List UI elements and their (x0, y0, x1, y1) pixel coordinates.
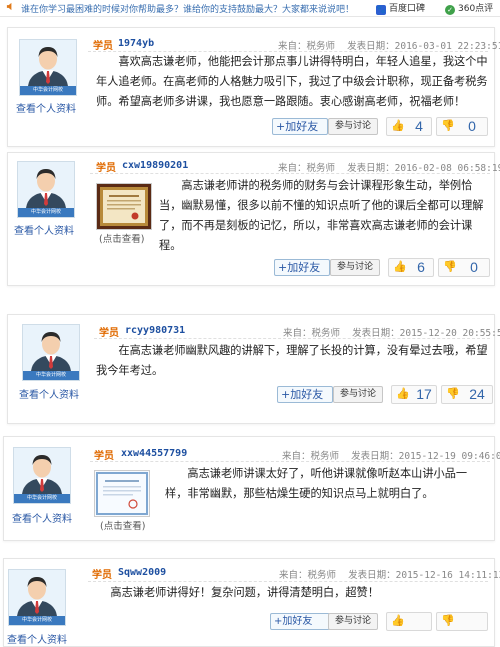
baidu-review-link[interactable]: 🐾 百度口碑 (376, 1, 425, 15)
view-profile-link[interactable]: 查看个人资料 (16, 100, 76, 115)
view-profile-link[interactable]: 查看个人资料 (14, 222, 74, 237)
role-label: 学员 (96, 163, 116, 174)
shield-icon: ✓ (445, 5, 455, 15)
user-avatar-icon (9, 570, 65, 616)
divider (94, 338, 490, 340)
comment-text: 高志谦老师讲得好！复杂问题，讲得清楚明白，超赞！ (110, 586, 379, 599)
username[interactable]: xxw44557799 (121, 448, 187, 459)
add-friend-button[interactable]: +加好友 (277, 386, 333, 403)
comment-text: 喜欢高志谦老师，他能把会计那点事儿讲得特明白，年轻人追星，我这个中年人追老师。在… (96, 55, 488, 108)
add-friend-button[interactable]: +加好友 (270, 613, 330, 630)
comment-card: 中华会计网校 查看个人资料 学员 Sqww2009 来自：税务师 发表日期：20… (3, 558, 500, 647)
baidu-paw-icon: 🐾 (376, 5, 386, 15)
role-label: 学员 (92, 570, 112, 581)
thumbnail-caption-link[interactable]: (点击查看) (99, 231, 144, 245)
like-button[interactable]: 👍 17 (391, 385, 437, 404)
attachment-thumbnail[interactable] (94, 470, 150, 517)
avatar-caption: 中华会计网校 (20, 86, 76, 95)
safe-360-review-label: 360点评 (458, 4, 494, 14)
dislike-count: 0 (470, 259, 478, 275)
user-avatar-icon (20, 40, 76, 86)
like-count: 6 (417, 259, 425, 275)
attachment-thumbnail[interactable] (96, 183, 152, 230)
avatar[interactable]: 中华会计网校 (19, 39, 77, 96)
avatar[interactable]: 中华会计网校 (8, 569, 66, 626)
comment-text: 高志谦老师讲的税务师的财务与会计课程形象生动，举例恰当，幽默易懂，很多以前不懂的… (159, 179, 484, 252)
avatar-caption: 中华会计网校 (23, 371, 79, 380)
like-button[interactable]: 👍 4 (386, 117, 432, 136)
add-friend-button[interactable]: +加好友 (272, 118, 328, 135)
like-button[interactable]: 👍 (386, 612, 432, 631)
date-prefix: 发表日期： (348, 570, 396, 581)
certificate-image (95, 471, 149, 516)
discuss-button[interactable]: 参与讨论 (328, 613, 378, 630)
dislike-count: 0 (468, 118, 476, 134)
discuss-button[interactable]: 参与讨论 (330, 259, 380, 276)
topbar-question-link[interactable]: 谁在你学习最困难的时候对你帮助最多？谁给你的支持鼓励最大？大家都来说说吧！ (21, 2, 354, 15)
view-profile-link[interactable]: 查看个人资料 (12, 510, 72, 525)
thumbs-up-icon: 👍 (391, 614, 405, 627)
dislike-count: 24 (469, 386, 485, 402)
thumbs-up-icon: 👍 (391, 119, 405, 132)
safe-360-review-link[interactable]: ✓ 360点评 (445, 1, 493, 15)
post-meta: 来自：税务师 发表日期：2015-12-16 14:11:13 (279, 567, 500, 581)
comment-text: 高志谦老师讲课太好了，听他讲课就像听赵本山讲小品一样，非常幽默，那些枯燥生硬的知… (165, 467, 468, 500)
username[interactable]: Sqww2009 (118, 567, 166, 578)
speaker-icon (6, 2, 12, 11)
thumbs-up-icon: 👍 (396, 387, 410, 400)
dislike-button[interactable]: 👎 (436, 612, 488, 631)
avatar-caption: 中华会计网校 (14, 494, 70, 503)
avatar-caption: 中华会计网校 (18, 208, 74, 217)
role-label: 学员 (93, 41, 113, 52)
avatar[interactable]: 中华会计网校 (22, 324, 80, 381)
thumbs-down-icon: 👎 (441, 614, 455, 627)
comment-text: 在高志谦老师幽默风趣的讲解下，理解了长投的计算，没有晕过去哦，希望我今年考过。 (96, 344, 488, 377)
avatar[interactable]: 中华会计网校 (17, 161, 75, 218)
like-count: 4 (415, 118, 423, 134)
thumbs-up-icon: 👍 (393, 260, 407, 273)
comment-card: 中华会计网校 查看个人资料 学员 xxw44557799 来自：税务师 发表日期… (3, 436, 500, 541)
like-button[interactable]: 👍 6 (388, 258, 434, 277)
post-meta: 来自：税务师 发表日期：2016-02-08 06:58:19 (278, 160, 500, 174)
comment-card: 中华会计网校 查看个人资料 学员 1974yb 来自：税务师 发表日期：2016… (7, 27, 500, 147)
view-profile-link[interactable]: 查看个人资料 (7, 631, 67, 646)
thumbs-down-icon: 👎 (441, 119, 455, 132)
username[interactable]: 1974yb (118, 38, 154, 49)
role-label: 学员 (99, 328, 119, 339)
user-avatar-icon (18, 162, 74, 208)
username[interactable]: rcyy980731 (125, 325, 185, 336)
top-bar: 谁在你学习最困难的时候对你帮助最多？谁给你的支持鼓励最大？大家都来说说吧！ 🐾 百… (0, 0, 500, 17)
user-avatar-icon (14, 448, 70, 494)
like-count: 17 (416, 386, 432, 402)
avatar-caption: 中华会计网校 (9, 616, 65, 625)
comment-card: 中华会计网校 查看个人资料 学员 rcyy980731 来自：税务师 发表日期：… (7, 314, 500, 424)
source-prefix: 来自： (279, 570, 308, 581)
source: 税务师 (307, 570, 337, 581)
discuss-button[interactable]: 参与讨论 (333, 386, 383, 403)
post-meta: 来自：税务师 发表日期：2016-03-01 22:23:51 (278, 38, 500, 52)
thumbs-down-icon: 👎 (446, 387, 460, 400)
view-profile-link[interactable]: 查看个人资料 (19, 386, 79, 401)
thumbnail-caption-link[interactable]: (点击查看) (100, 518, 145, 532)
comment-card: 中华会计网校 查看个人资料 学员 cxw19890201 来自：税务师 发表日期… (7, 152, 500, 286)
dislike-button[interactable]: 👎 0 (436, 117, 488, 136)
username[interactable]: cxw19890201 (122, 160, 188, 171)
dislike-button[interactable]: 👎 24 (441, 385, 493, 404)
role-label: 学员 (94, 451, 114, 462)
divider (90, 173, 490, 175)
baidu-review-label: 百度口碑 (389, 4, 426, 14)
dislike-button[interactable]: 👎 0 (438, 258, 490, 277)
divider (90, 461, 490, 463)
post-date: 2015-12-16 14:11:13 (395, 570, 500, 581)
user-avatar-icon (23, 325, 79, 371)
add-friend-button[interactable]: +加好友 (274, 259, 330, 276)
certificate-image (97, 184, 151, 229)
discuss-button[interactable]: 参与讨论 (328, 118, 378, 135)
thumbs-down-icon: 👎 (443, 260, 457, 273)
post-meta: 来自：税务师 发表日期：2015-12-19 09:46:08 (282, 448, 500, 462)
avatar[interactable]: 中华会计网校 (13, 447, 71, 504)
post-meta: 来自：税务师 发表日期：2015-12-20 20:55:57 (283, 325, 500, 339)
